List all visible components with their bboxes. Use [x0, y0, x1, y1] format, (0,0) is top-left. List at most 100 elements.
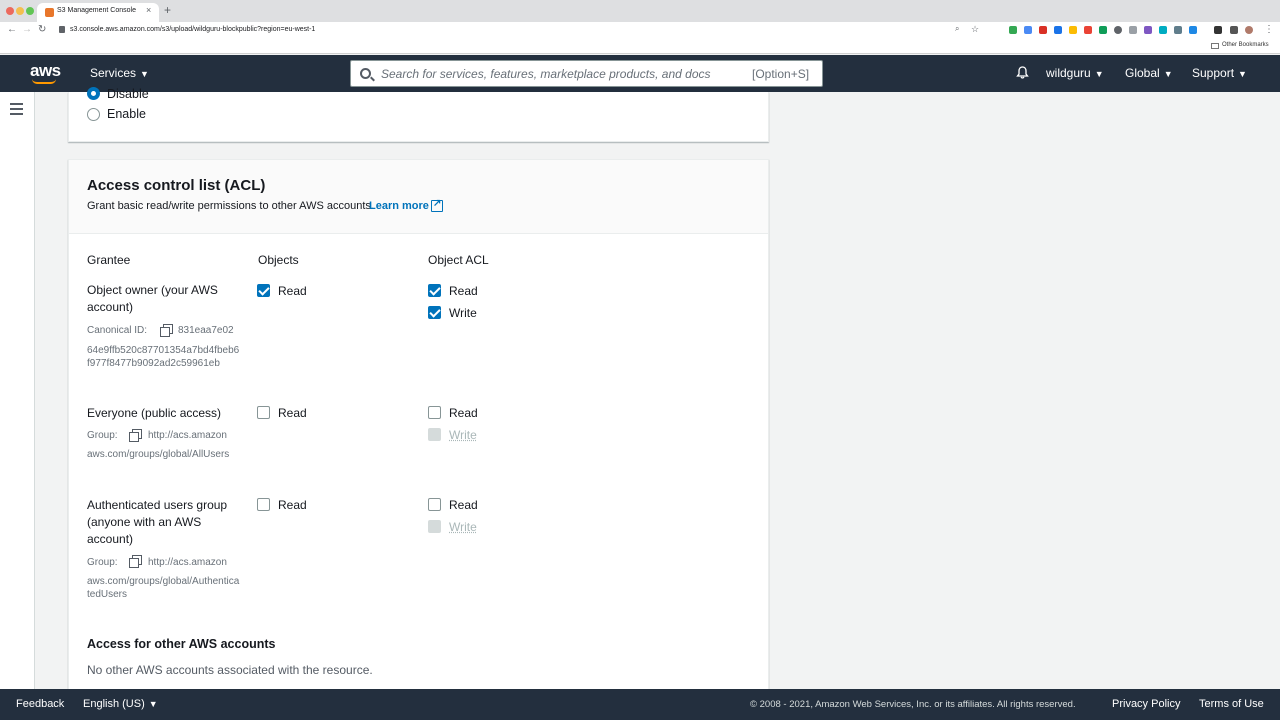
- canonical-id-value-cont: 64e9ffb520c87701354a7bd4fbeb6f977f8477b9…: [87, 345, 240, 369]
- account-menu-button[interactable]: wildguru ▼: [1046, 66, 1104, 80]
- close-window-button[interactable]: [6, 7, 14, 15]
- url-field[interactable]: s3.console.aws.amazon.com/s3/upload/wild…: [70, 26, 315, 33]
- acl-description: Grant basic read/write permissions to ot…: [87, 200, 374, 212]
- grantee-name: Object owner (your AWS account): [87, 283, 218, 314]
- privacy-policy-link[interactable]: Privacy Policy: [1112, 698, 1180, 710]
- acl-panel: Access control list (ACL) Grant basic re…: [68, 159, 769, 694]
- browser-menu-icon[interactable]: ⋮: [1264, 24, 1274, 35]
- copy-icon[interactable]: [160, 324, 173, 337]
- extension-icon[interactable]: [1084, 26, 1092, 34]
- extension-icon[interactable]: [1214, 26, 1222, 34]
- extension-icon[interactable]: [1129, 26, 1137, 34]
- caret-down-icon: ▼: [1163, 69, 1173, 79]
- new-tab-button[interactable]: +: [164, 3, 171, 17]
- language-label: English (US): [83, 698, 145, 710]
- extension-icon[interactable]: [1174, 26, 1182, 34]
- copy-icon[interactable]: [129, 555, 142, 568]
- auth-objects-read-checkbox[interactable]: [257, 498, 270, 511]
- bookmark-star-icon[interactable]: ☆: [971, 24, 979, 35]
- extension-icon[interactable]: [1039, 26, 1047, 34]
- disable-radio-label[interactable]: Disable: [107, 87, 149, 101]
- objects-column-header: Objects: [258, 253, 299, 267]
- auth-acl-read-checkbox[interactable]: [428, 498, 441, 511]
- group-label: Group:: [87, 430, 118, 441]
- checkbox-label: Read: [278, 406, 307, 420]
- language-selector[interactable]: English (US) ▼: [83, 698, 158, 710]
- support-label: Support: [1192, 66, 1235, 80]
- extension-icon[interactable]: [1189, 26, 1197, 34]
- grantee-column-header: Grantee: [87, 253, 131, 267]
- lock-icon: [59, 26, 65, 33]
- aws-logo[interactable]: aws: [30, 61, 61, 81]
- region-menu-button[interactable]: Global ▼: [1125, 66, 1173, 80]
- canonical-id-label: Canonical ID:: [87, 325, 148, 336]
- caret-down-icon: ▼: [1238, 69, 1247, 79]
- owner-acl-write-checkbox[interactable]: [428, 306, 441, 319]
- browser-tab[interactable]: S3 Management Console ×: [37, 3, 159, 22]
- owner-acl-read-checkbox[interactable]: [428, 284, 441, 297]
- forward-icon[interactable]: →: [22, 24, 32, 35]
- back-icon[interactable]: ←: [7, 24, 17, 35]
- grantee-name: Authenticated users group (anyone with a…: [87, 498, 228, 546]
- acl-title: Access control list (ACL): [87, 177, 266, 194]
- group-uri-value: http://acs.amazon: [148, 557, 227, 568]
- owner-objects-read-checkbox[interactable]: [257, 284, 270, 297]
- everyone-acl-read-checkbox[interactable]: [428, 406, 441, 419]
- services-menu-button[interactable]: Services ▼: [90, 66, 149, 80]
- grantee-name: Everyone (public access): [87, 406, 222, 420]
- services-label: Services: [90, 66, 137, 80]
- notifications-bell-icon[interactable]: [1016, 66, 1029, 79]
- side-navigation-collapsed: [0, 92, 35, 689]
- disable-radio[interactable]: [87, 87, 100, 100]
- folder-icon: [1211, 43, 1219, 49]
- region-label: Global: [1125, 66, 1160, 80]
- everyone-acl-write-checkbox: [428, 428, 441, 441]
- support-menu-button[interactable]: Support ▼: [1192, 66, 1247, 80]
- other-accounts-title: Access for other AWS accounts: [87, 637, 276, 651]
- other-bookmarks-link[interactable]: Other Bookmarks: [1222, 42, 1269, 48]
- aws-favicon-icon: [45, 8, 54, 17]
- console-search-input[interactable]: Search for services, features, marketpla…: [350, 60, 823, 87]
- zoom-icon[interactable]: ⌕: [955, 24, 959, 34]
- bookmarks-bar: Other Bookmarks: [0, 39, 1280, 54]
- feedback-link[interactable]: Feedback: [16, 698, 64, 710]
- object-acl-column-header: Object ACL: [428, 253, 489, 267]
- acl-panel-header: Access control list (ACL) Grant basic re…: [69, 160, 768, 234]
- browser-tabbar: S3 Management Console × +: [0, 0, 1280, 22]
- extension-icon[interactable]: [1114, 26, 1122, 34]
- copy-icon[interactable]: [129, 429, 142, 442]
- extensions-puzzle-icon[interactable]: [1230, 26, 1238, 34]
- extension-icon[interactable]: [1159, 26, 1167, 34]
- extension-icon[interactable]: [1054, 26, 1062, 34]
- enable-radio[interactable]: [87, 108, 100, 121]
- external-link-icon[interactable]: [431, 198, 443, 212]
- learn-more-link[interactable]: Learn more: [369, 200, 429, 212]
- menu-hamburger-icon[interactable]: [10, 103, 23, 118]
- reload-icon[interactable]: ↻: [38, 24, 46, 35]
- minimize-window-button[interactable]: [16, 7, 24, 15]
- terms-of-use-link[interactable]: Terms of Use: [1199, 698, 1264, 710]
- extension-icon[interactable]: [1024, 26, 1032, 34]
- profile-avatar[interactable]: [1245, 26, 1253, 34]
- search-placeholder: Search for services, features, marketpla…: [381, 67, 711, 81]
- other-accounts-description: No other AWS accounts associated with th…: [87, 663, 373, 677]
- tab-close-icon[interactable]: ×: [146, 5, 151, 15]
- checkbox-label-disabled: Write: [449, 428, 477, 442]
- copyright-text: © 2008 - 2021, Amazon Web Services, Inc.…: [750, 699, 1076, 710]
- group-uri-value: http://acs.amazon: [148, 430, 227, 441]
- aws-logo-smile-icon: [32, 79, 56, 84]
- everyone-objects-read-checkbox[interactable]: [257, 406, 270, 419]
- extension-icon[interactable]: [1009, 26, 1017, 34]
- checkbox-label: Read: [278, 498, 307, 512]
- console-footer: Feedback English (US) ▼ © 2008 - 2021, Am…: [0, 689, 1280, 720]
- search-shortcut-hint: [Option+S]: [752, 67, 810, 81]
- checkbox-label-disabled: Write: [449, 520, 477, 534]
- maximize-window-button[interactable]: [26, 7, 34, 15]
- enable-radio-label[interactable]: Enable: [107, 107, 146, 121]
- group-uri-value-cont: aws.com/groups/global/AuthenticatedUsers: [87, 576, 240, 600]
- extension-icon[interactable]: [1144, 26, 1152, 34]
- checkbox-label: Read: [449, 498, 478, 512]
- aws-top-navigation: aws Services ▼ Search for services, featu…: [0, 55, 1280, 92]
- extension-icon[interactable]: [1099, 26, 1107, 34]
- extension-icon[interactable]: [1069, 26, 1077, 34]
